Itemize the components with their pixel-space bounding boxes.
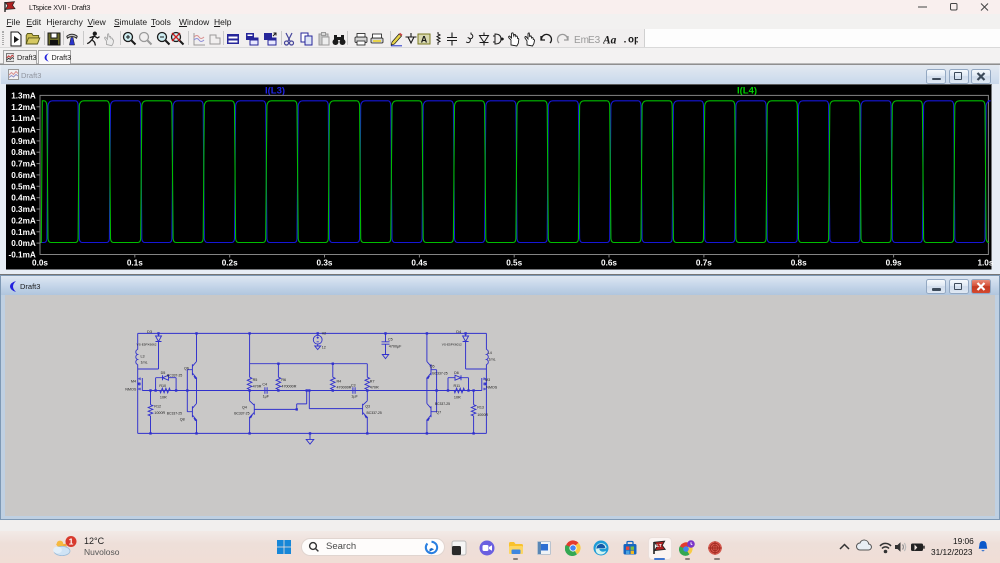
svg-text:I(L3): I(L3) <box>265 86 285 97</box>
svg-text:I(L4): I(L4) <box>737 86 757 97</box>
svg-text:1.2mA: 1.2mA <box>11 103 36 112</box>
svg-text:1.0mA: 1.0mA <box>11 126 36 135</box>
svg-text:0.5mA: 0.5mA <box>11 182 36 191</box>
svg-text:0.8mA: 0.8mA <box>11 148 36 157</box>
svg-text:LT: LT <box>656 543 661 548</box>
svg-text:1.0s: 1.0s <box>977 259 993 268</box>
svg-text:0.5s: 0.5s <box>506 259 522 268</box>
svg-text:0.4s: 0.4s <box>411 259 427 268</box>
svg-text:0.9mA: 0.9mA <box>11 137 36 146</box>
svg-text:.op: .op <box>622 35 638 46</box>
svg-text:0.1mA: 0.1mA <box>11 228 36 237</box>
svg-text:1.1mA: 1.1mA <box>11 114 36 123</box>
svg-text:0.3s: 0.3s <box>317 259 333 268</box>
svg-text:0.0mA: 0.0mA <box>11 239 36 248</box>
svg-text:0.3mA: 0.3mA <box>11 205 36 214</box>
svg-text:1.3mA: 1.3mA <box>11 91 36 100</box>
svg-text:0.8s: 0.8s <box>791 259 807 268</box>
svg-text:0.6mA: 0.6mA <box>11 171 36 180</box>
svg-text:0.2mA: 0.2mA <box>11 216 36 225</box>
svg-text:0.1s: 0.1s <box>127 259 143 268</box>
svg-text:0.4mA: 0.4mA <box>11 194 36 203</box>
svg-text:0.7mA: 0.7mA <box>11 160 36 169</box>
svg-text:0.6s: 0.6s <box>601 259 617 268</box>
svg-text:E3: E3 <box>588 35 601 46</box>
svg-text:0.2s: 0.2s <box>222 259 238 268</box>
svg-text:0.9s: 0.9s <box>886 259 902 268</box>
svg-text:0.7s: 0.7s <box>696 259 712 268</box>
svg-text:A: A <box>421 34 428 44</box>
svg-text:1: 1 <box>69 537 74 547</box>
svg-text:0.0s: 0.0s <box>32 259 48 268</box>
svg-text:Aa: Aa <box>603 34 617 46</box>
